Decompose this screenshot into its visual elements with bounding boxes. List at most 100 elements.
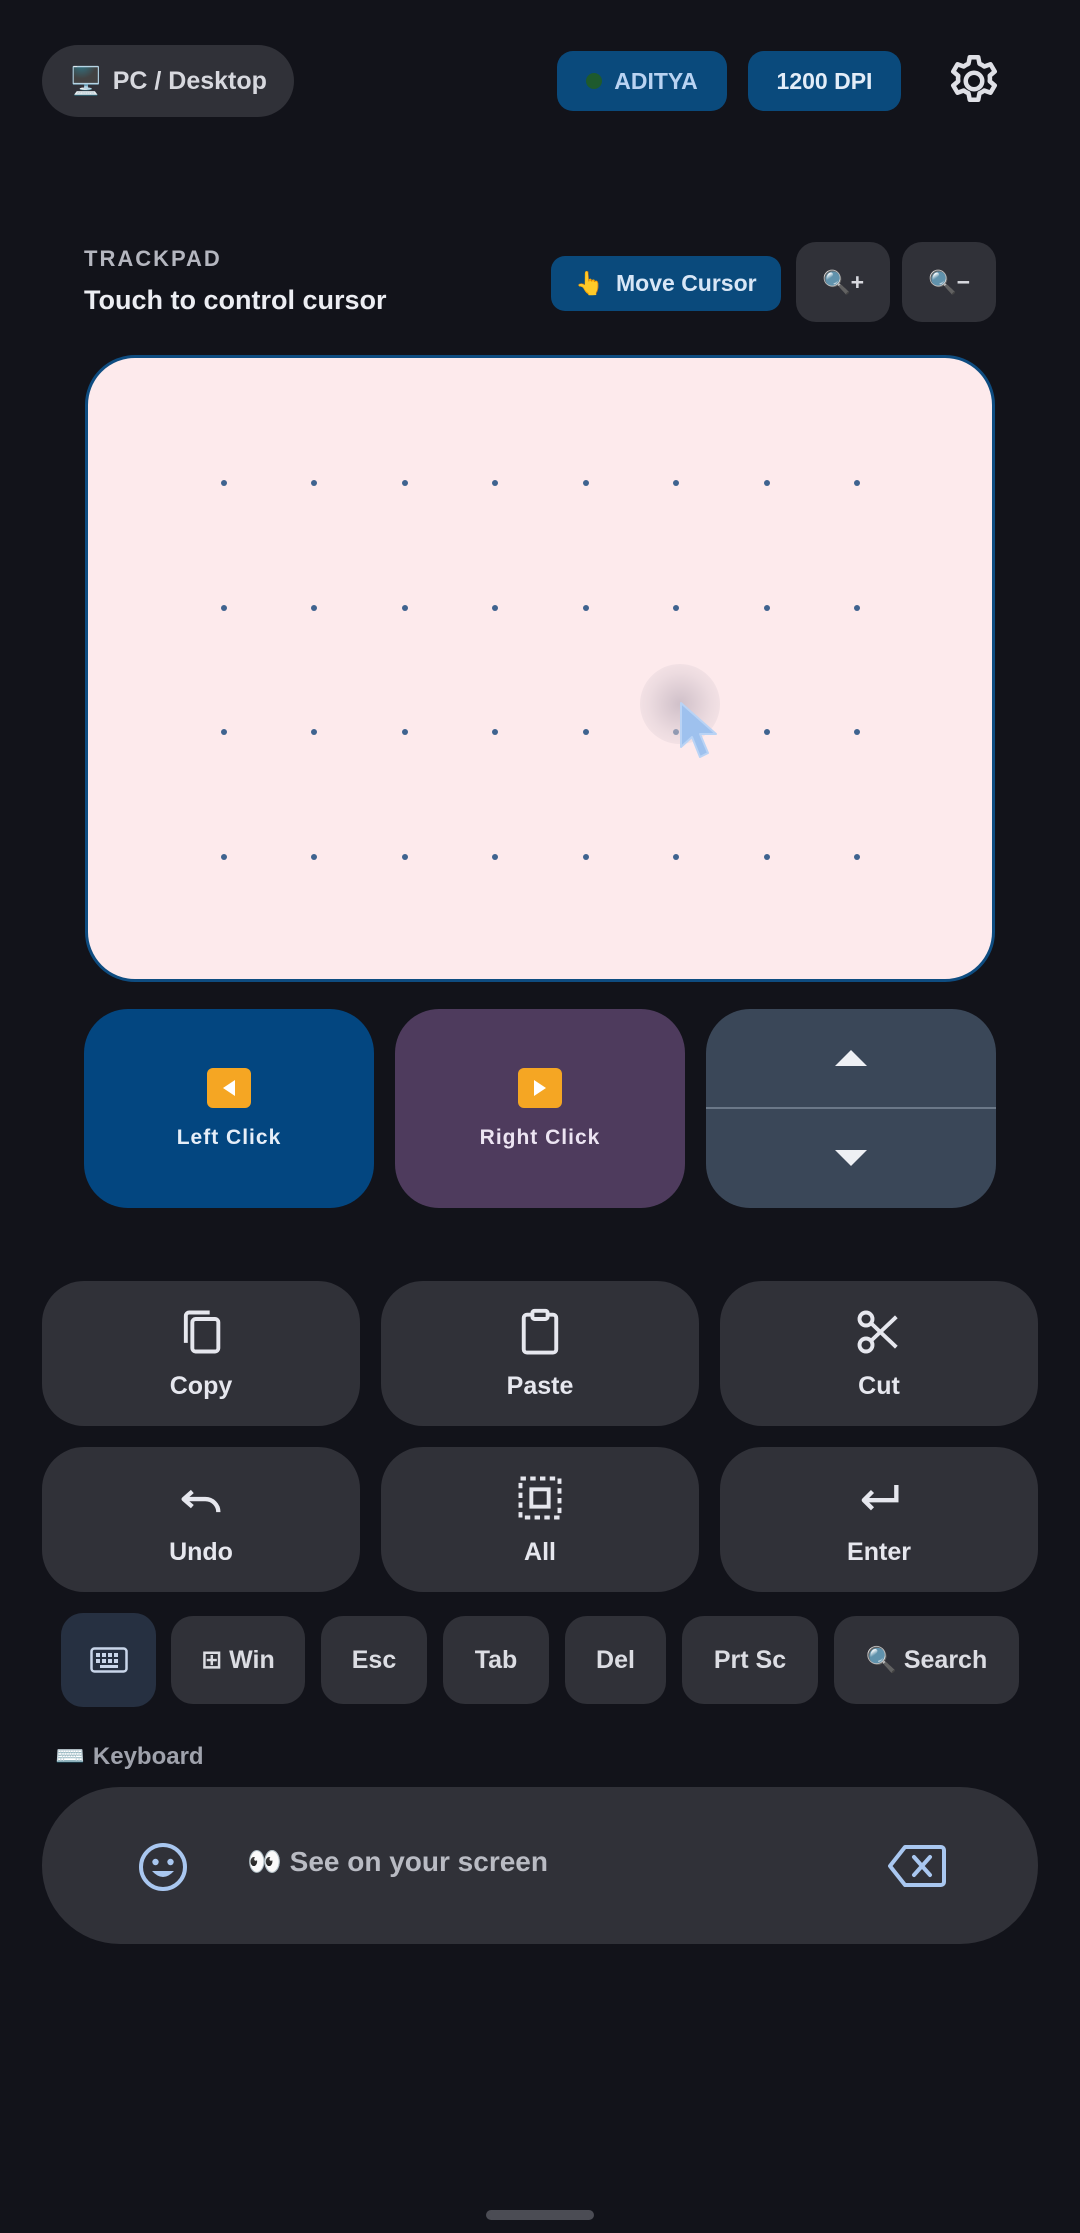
trackpad-grid-dot (402, 605, 408, 611)
user-name: ADITYA (614, 67, 698, 94)
settings-button[interactable] (944, 51, 1004, 111)
home-indicator[interactable] (486, 2210, 594, 2220)
trackpad-grid-dot (311, 729, 317, 735)
enter-button[interactable]: Enter (720, 1447, 1038, 1592)
win-key-label: ⊞ Win (201, 1646, 275, 1674)
scroll-down-button[interactable] (706, 1109, 996, 1207)
trackpad-section-label: TRACKPAD (84, 246, 222, 271)
trackpad-grid-dot (402, 729, 408, 735)
left-click-label: Left Click (176, 1125, 282, 1149)
search-key-label: 🔍 Search (865, 1645, 988, 1674)
trackpad-grid-dot (311, 480, 317, 486)
select-all-label: All (524, 1538, 556, 1566)
trackpad-grid-dot (492, 605, 498, 611)
zoom-out-button[interactable]: 🔍− (902, 242, 996, 322)
prtsc-key-label: Prt Sc (713, 1645, 787, 1674)
left-arrow-icon (207, 1067, 251, 1108)
trackpad-grid-dot (221, 605, 227, 611)
gear-icon (951, 55, 997, 102)
trackpad-surface[interactable] (85, 355, 995, 982)
trackpad-grid-dot (764, 854, 770, 860)
pointing-hand-icon: 👆 (575, 270, 605, 296)
triangle-down-icon (835, 1150, 867, 1166)
trackpad-grid-dot (583, 480, 589, 486)
win-key[interactable]: ⊞ Win (171, 1616, 305, 1704)
trackpad-grid-dot (764, 480, 770, 486)
trackpad-grid-dot (673, 854, 679, 860)
smiley-icon[interactable] (137, 1841, 189, 1893)
trackpad-grid-dot (492, 729, 498, 735)
undo-label: Undo (169, 1538, 233, 1566)
cursor-arrow-icon (680, 702, 717, 758)
trackpad-grid-dot (583, 854, 589, 860)
enter-icon (861, 1485, 899, 1511)
trackpad-grid-dot (854, 605, 860, 611)
trackpad-grid-dot (673, 480, 679, 486)
esc-key[interactable]: Esc (321, 1616, 427, 1704)
keyboard-icon (89, 1647, 128, 1673)
del-key-label: Del (596, 1645, 635, 1674)
select-all-button[interactable]: All (381, 1447, 699, 1592)
undo-button[interactable]: Undo (42, 1447, 360, 1592)
triangle-up-icon (835, 1050, 867, 1066)
trackpad-grid-dot (221, 854, 227, 860)
tab-key[interactable]: Tab (443, 1616, 549, 1704)
right-click-button[interactable]: Right Click (395, 1009, 685, 1208)
copy-label: Copy (169, 1372, 233, 1400)
tab-key-label: Tab (474, 1645, 518, 1674)
trackpad-grid-dot (311, 605, 317, 611)
backspace-icon[interactable] (887, 1843, 947, 1889)
select-all-icon (518, 1476, 562, 1520)
left-click-button[interactable]: Left Click (84, 1009, 374, 1208)
copy-icon (183, 1310, 221, 1354)
paste-label: Paste (506, 1372, 574, 1400)
right-arrow-icon (518, 1067, 562, 1108)
copy-button[interactable]: Copy (42, 1281, 360, 1426)
trackpad-grid-dot (221, 480, 227, 486)
connected-user-badge[interactable]: ADITYA (557, 51, 727, 111)
scissors-icon (857, 1310, 898, 1354)
undo-icon (181, 1489, 221, 1513)
trackpad-grid-dot (221, 729, 227, 735)
cut-button[interactable]: Cut (720, 1281, 1038, 1426)
trackpad-subtitle: Touch to control cursor (84, 285, 387, 315)
scroll-up-button[interactable] (706, 1009, 996, 1107)
keyboard-input-text[interactable]: 👀 See on your screen (247, 1845, 548, 1878)
trackpad-grid-dot (854, 480, 860, 486)
keyboard-emoji-icon: ⌨️ (55, 1743, 85, 1770)
device-label: PC / Desktop (112, 66, 267, 95)
trackpad-grid-dot (583, 729, 589, 735)
move-cursor-label: Move Cursor (616, 270, 757, 296)
trackpad-grid-dot (673, 605, 679, 611)
enter-label: Enter (847, 1538, 911, 1566)
trackpad-grid-dot (311, 854, 317, 860)
scroll-control (706, 1009, 996, 1208)
prtsc-key[interactable]: Prt Sc (682, 1616, 818, 1704)
cut-label: Cut (858, 1372, 900, 1400)
paste-button[interactable]: Paste (381, 1281, 699, 1426)
trackpad-grid-dot (854, 729, 860, 735)
search-key[interactable]: 🔍 Search (834, 1616, 1019, 1704)
del-key[interactable]: Del (565, 1616, 666, 1704)
desktop-icon: 🖥️ (69, 66, 103, 96)
trackpad-grid-dot (764, 729, 770, 735)
trackpad-grid-dot (492, 854, 498, 860)
connection-status-dot (586, 73, 603, 89)
trackpad-grid-dot (764, 605, 770, 611)
trackpad-grid-dot (583, 605, 589, 611)
keyboard-section-label: ⌨️ Keyboard (55, 1742, 204, 1771)
move-cursor-button[interactable]: 👆 Move Cursor (551, 256, 781, 311)
dpi-button[interactable]: 1200 DPI (748, 51, 901, 111)
zoom-out-label: 🔍− (927, 268, 971, 295)
device-selector[interactable]: 🖥️ PC / Desktop (42, 45, 294, 117)
keyboard-input-bar[interactable]: 👀 See on your screen (42, 1787, 1038, 1944)
keyboard-toggle-button[interactable] (61, 1613, 156, 1707)
esc-key-label: Esc (351, 1645, 397, 1674)
keyboard-section-title: Keyboard (92, 1742, 204, 1770)
clipboard-icon (521, 1308, 559, 1355)
trackpad-grid-dot (402, 480, 408, 486)
zoom-in-label: 🔍+ (821, 268, 865, 295)
dpi-label: 1200 DPI (776, 67, 873, 94)
zoom-in-button[interactable]: 🔍+ (796, 242, 890, 322)
right-click-label: Right Click (479, 1125, 601, 1149)
